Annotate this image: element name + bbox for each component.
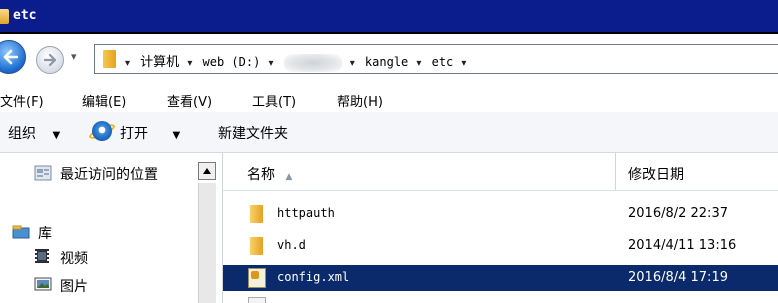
menu-edit[interactable]: 编辑(E) — [82, 91, 126, 110]
scrollbar-track[interactable] — [198, 183, 216, 303]
file-row[interactable]: vh.d 2014/4/11 13:16 — [223, 233, 778, 259]
column-name-label: 名称 — [247, 167, 275, 183]
file-row-selected[interactable]: config.xml 2016/8/4 17:19 — [223, 265, 778, 291]
arrow-left-icon — [3, 49, 18, 65]
new-folder-button[interactable]: 新建文件夹 — [218, 123, 288, 143]
chevron-down-icon: ▼ — [172, 130, 181, 141]
menu-bar: 文件(F) 编辑(E) 查看(V) 工具(T) 帮助(H) — [0, 86, 778, 112]
organize-label: 组织 — [8, 126, 36, 142]
file-row[interactable]: httpauth 2016/8/2 22:37 — [223, 201, 778, 227]
redacted-folder — [283, 53, 342, 72]
video-icon — [35, 249, 49, 263]
breadcrumb-drive[interactable]: web (D:) — [203, 55, 261, 69]
window-title: etc — [13, 8, 37, 23]
column-header-row: 名称 ▲ 修改日期 — [223, 153, 778, 191]
breadcrumb-separator[interactable]: ▾ — [125, 58, 130, 69]
menu-file[interactable]: 文件(F) — [0, 91, 44, 110]
menu-tools[interactable]: 工具(T) — [252, 91, 296, 110]
organize-button[interactable]: 组织 ▼ — [8, 123, 60, 143]
file-modified-date: 2016/8/4 17:19 — [628, 270, 728, 285]
scroll-up-button[interactable] — [198, 162, 216, 180]
file-name: config.xml — [277, 270, 350, 284]
xml-file-icon — [248, 268, 266, 288]
breadcrumb-separator[interactable]: ▾ — [187, 58, 192, 69]
breadcrumb-separator[interactable]: ▾ — [350, 58, 355, 69]
nav-video[interactable]: 视频 — [60, 248, 88, 268]
folder-icon — [250, 205, 263, 223]
sort-ascending-icon: ▲ — [285, 172, 293, 182]
triangle-up-icon — [203, 168, 211, 174]
file-modified-date: 2014/4/11 13:16 — [628, 238, 737, 253]
column-header-name[interactable]: 名称 ▲ — [247, 164, 292, 184]
menu-view[interactable]: 查看(V) — [167, 91, 212, 110]
breadcrumb-separator[interactable]: ▾ — [416, 58, 421, 69]
file-row-partial[interactable] — [223, 295, 778, 303]
menu-help[interactable]: 帮助(H) — [337, 91, 383, 110]
folder-icon — [103, 50, 116, 68]
library-icon — [12, 225, 30, 239]
folder-icon — [0, 9, 9, 24]
navigation-pane: 最近访问的位置 库 视频 图片 — [0, 153, 223, 303]
pictures-icon — [34, 277, 52, 291]
column-divider[interactable] — [615, 153, 616, 190]
arrow-right-icon — [44, 53, 57, 67]
breadcrumb-separator[interactable]: ▾ — [461, 58, 466, 69]
back-button[interactable] — [0, 40, 26, 74]
open-button[interactable]: 打开 ▼ — [120, 123, 180, 143]
internet-explorer-icon — [92, 121, 112, 141]
file-icon — [248, 297, 266, 303]
file-name: httpauth — [277, 206, 335, 220]
nav-recent-places[interactable]: 最近访问的位置 — [60, 164, 158, 184]
recent-pages-dropdown[interactable]: ▾ — [71, 50, 77, 63]
breadcrumb-computer[interactable]: 计算机 — [140, 51, 179, 70]
breadcrumb-etc[interactable]: etc — [432, 55, 454, 69]
breadcrumb: ▾ 计算机 ▾ web (D:) ▾ ▾ kangle ▾ etc ▾ — [125, 51, 472, 72]
open-label: 打开 — [120, 126, 148, 142]
title-bar: etc — [0, 0, 778, 34]
nav-library[interactable]: 库 — [38, 223, 52, 243]
command-bar: 组织 ▼ 打开 ▼ 新建文件夹 — [0, 112, 778, 153]
forward-button[interactable] — [36, 46, 64, 74]
file-modified-date: 2016/8/2 22:37 — [628, 206, 728, 221]
navigation-bar: ▾ ▾ 计算机 ▾ web (D:) ▾ ▾ kangle ▾ etc ▾ — [0, 34, 778, 84]
chevron-down-icon: ▼ — [52, 130, 61, 141]
column-header-modified[interactable]: 修改日期 — [628, 164, 684, 184]
folder-icon — [250, 237, 263, 255]
recent-places-icon — [34, 165, 52, 181]
nav-pictures[interactable]: 图片 — [60, 276, 88, 296]
breadcrumb-kangle[interactable]: kangle — [365, 55, 408, 69]
file-name: vh.d — [277, 238, 306, 252]
address-bar[interactable]: ▾ 计算机 ▾ web (D:) ▾ ▾ kangle ▾ etc ▾ — [94, 44, 778, 74]
breadcrumb-separator[interactable]: ▾ — [268, 58, 273, 69]
file-list-pane: 名称 ▲ 修改日期 httpauth 2016/8/2 22:37 vh.d 2… — [223, 153, 778, 303]
